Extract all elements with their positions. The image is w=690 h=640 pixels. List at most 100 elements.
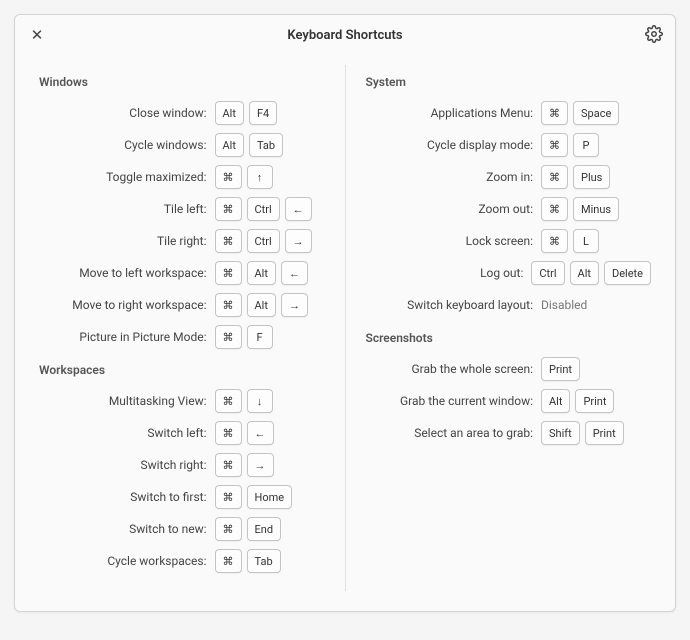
shortcut-label: Move to left workspace: (39, 266, 215, 280)
shortcut-keys: AltPrint (541, 389, 651, 413)
key-cap: ⌘ (215, 517, 242, 541)
key-cap: → (285, 229, 312, 253)
shortcut-row[interactable]: Switch right:⌘→ (39, 449, 325, 481)
shortcut-keys: ⌘P (541, 133, 651, 157)
shortcut-row[interactable]: Select an area to grab:ShiftPrint (366, 417, 652, 449)
shortcut-label: Lock screen: (366, 234, 542, 248)
key-cap: Home (247, 485, 293, 509)
shortcut-row[interactable]: Switch to first:⌘Home (39, 481, 325, 513)
section-system: Applications Menu:⌘SpaceCycle display mo… (366, 97, 652, 321)
key-cap: F4 (249, 101, 277, 125)
key-cap: Alt (570, 261, 599, 285)
shortcut-row[interactable]: Move to right workspace:⌘Alt→ (39, 289, 325, 321)
key-cap: Alt (247, 293, 276, 317)
shortcut-label: Zoom in: (366, 170, 542, 184)
shortcut-label: Cycle display mode: (366, 138, 542, 152)
shortcut-row[interactable]: Log out:CtrlAltDelete (366, 257, 652, 289)
key-cap: ⌘ (215, 453, 242, 477)
shortcut-row[interactable]: Grab the whole screen:Print (366, 353, 652, 385)
shortcut-label: Select an area to grab: (366, 426, 542, 440)
shortcut-row[interactable]: Close window:AltF4 (39, 97, 325, 129)
shortcut-keys: ⌘← (215, 421, 325, 445)
window-title: Keyboard Shortcuts (15, 28, 675, 43)
section-windows: Close window:AltF4Cycle windows:AltTabTo… (39, 97, 325, 353)
shortcut-label: Grab the current window: (366, 394, 542, 408)
shortcut-row[interactable]: Zoom out:⌘Minus (366, 193, 652, 225)
shortcut-row[interactable]: Tile right:⌘Ctrl→ (39, 225, 325, 257)
shortcut-keys: ⌘F (215, 325, 325, 349)
shortcut-label: Cycle windows: (39, 138, 215, 152)
shortcut-row[interactable]: Picture in Picture Mode:⌘F (39, 321, 325, 353)
section-screenshots: Grab the whole screen:PrintGrab the curr… (366, 353, 652, 449)
shortcut-row[interactable]: Cycle workspaces:⌘Tab (39, 545, 325, 577)
key-cap: Print (585, 421, 624, 445)
key-cap: End (247, 517, 282, 541)
shortcut-row[interactable]: Tile left:⌘Ctrl← (39, 193, 325, 225)
titlebar: ✕ Keyboard Shortcuts (15, 15, 675, 55)
key-cap: Alt (215, 133, 244, 157)
shortcut-keys: AltTab (215, 133, 325, 157)
section-title-screenshots: Screenshots (366, 331, 652, 345)
shortcut-row[interactable]: Zoom in:⌘Plus (366, 161, 652, 193)
shortcut-keys: ⌘Space (541, 101, 651, 125)
section-title-workspaces: Workspaces (39, 363, 325, 377)
shortcut-label: Zoom out: (366, 202, 542, 216)
shortcut-label: Close window: (39, 106, 215, 120)
shortcut-keys: AltF4 (215, 101, 325, 125)
shortcut-row[interactable]: Cycle display mode:⌘P (366, 129, 652, 161)
key-cap: ⌘ (215, 485, 242, 509)
key-cap: Tab (249, 133, 283, 157)
content: Windows Close window:AltF4Cycle windows:… (15, 55, 675, 611)
key-cap: ⌘ (541, 197, 568, 221)
shortcut-keys: Print (541, 357, 651, 381)
key-cap: Print (575, 389, 614, 413)
key-cap: ⌘ (215, 549, 242, 573)
shortcut-label: Toggle maximized: (39, 170, 215, 184)
shortcut-label: Cycle workspaces: (39, 554, 215, 568)
shortcut-keys: ⌘Ctrl← (215, 197, 325, 221)
shortcut-row[interactable]: Switch left:⌘← (39, 417, 325, 449)
shortcut-row[interactable]: Cycle windows:AltTab (39, 129, 325, 161)
key-cap: F (247, 325, 273, 349)
shortcut-keys: CtrlAltDelete (531, 261, 651, 285)
shortcut-row[interactable]: Move to left workspace:⌘Alt← (39, 257, 325, 289)
key-cap: ← (247, 421, 274, 445)
shortcut-row[interactable]: Switch keyboard layout:Disabled (366, 289, 652, 321)
shortcut-keys: ⌘Alt→ (215, 293, 325, 317)
key-cap: Minus (573, 197, 619, 221)
key-cap: ⌘ (215, 229, 242, 253)
key-cap: ⌘ (541, 133, 568, 157)
shortcut-label: Switch right: (39, 458, 215, 472)
shortcut-keys: ⌘End (215, 517, 325, 541)
shortcut-label: Grab the whole screen: (366, 362, 542, 376)
key-cap: ⌘ (215, 165, 242, 189)
key-cap: Ctrl (247, 197, 280, 221)
shortcut-row[interactable]: Grab the current window:AltPrint (366, 385, 652, 417)
key-cap: → (281, 293, 308, 317)
shortcut-row[interactable]: Applications Menu:⌘Space (366, 97, 652, 129)
shortcut-row[interactable]: Lock screen:⌘L (366, 225, 652, 257)
shortcut-disabled: Disabled (541, 298, 651, 312)
shortcut-row[interactable]: Switch to new:⌘End (39, 513, 325, 545)
section-title-system: System (366, 75, 652, 89)
key-cap: Shift (541, 421, 580, 445)
key-cap: L (573, 229, 599, 253)
section-title-windows: Windows (39, 75, 325, 89)
shortcut-keys: ⌘Tab (215, 549, 325, 573)
right-column: System Applications Menu:⌘SpaceCycle dis… (345, 65, 652, 591)
key-cap: ⌘ (215, 293, 242, 317)
shortcut-label: Tile right: (39, 234, 215, 248)
shortcut-keys: ShiftPrint (541, 421, 651, 445)
key-cap: Alt (247, 261, 276, 285)
key-cap: ⌘ (215, 325, 242, 349)
close-icon[interactable]: ✕ (25, 26, 49, 44)
key-cap: Space (573, 101, 619, 125)
shortcut-row[interactable]: Toggle maximized:⌘↑ (39, 161, 325, 193)
key-cap: Tab (247, 549, 281, 573)
shortcut-label: Tile left: (39, 202, 215, 216)
key-cap: ← (285, 197, 312, 221)
key-cap: → (247, 453, 274, 477)
shortcut-keys: ⌘L (541, 229, 651, 253)
gear-icon[interactable] (645, 25, 665, 45)
shortcut-row[interactable]: Multitasking View:⌘↓ (39, 385, 325, 417)
